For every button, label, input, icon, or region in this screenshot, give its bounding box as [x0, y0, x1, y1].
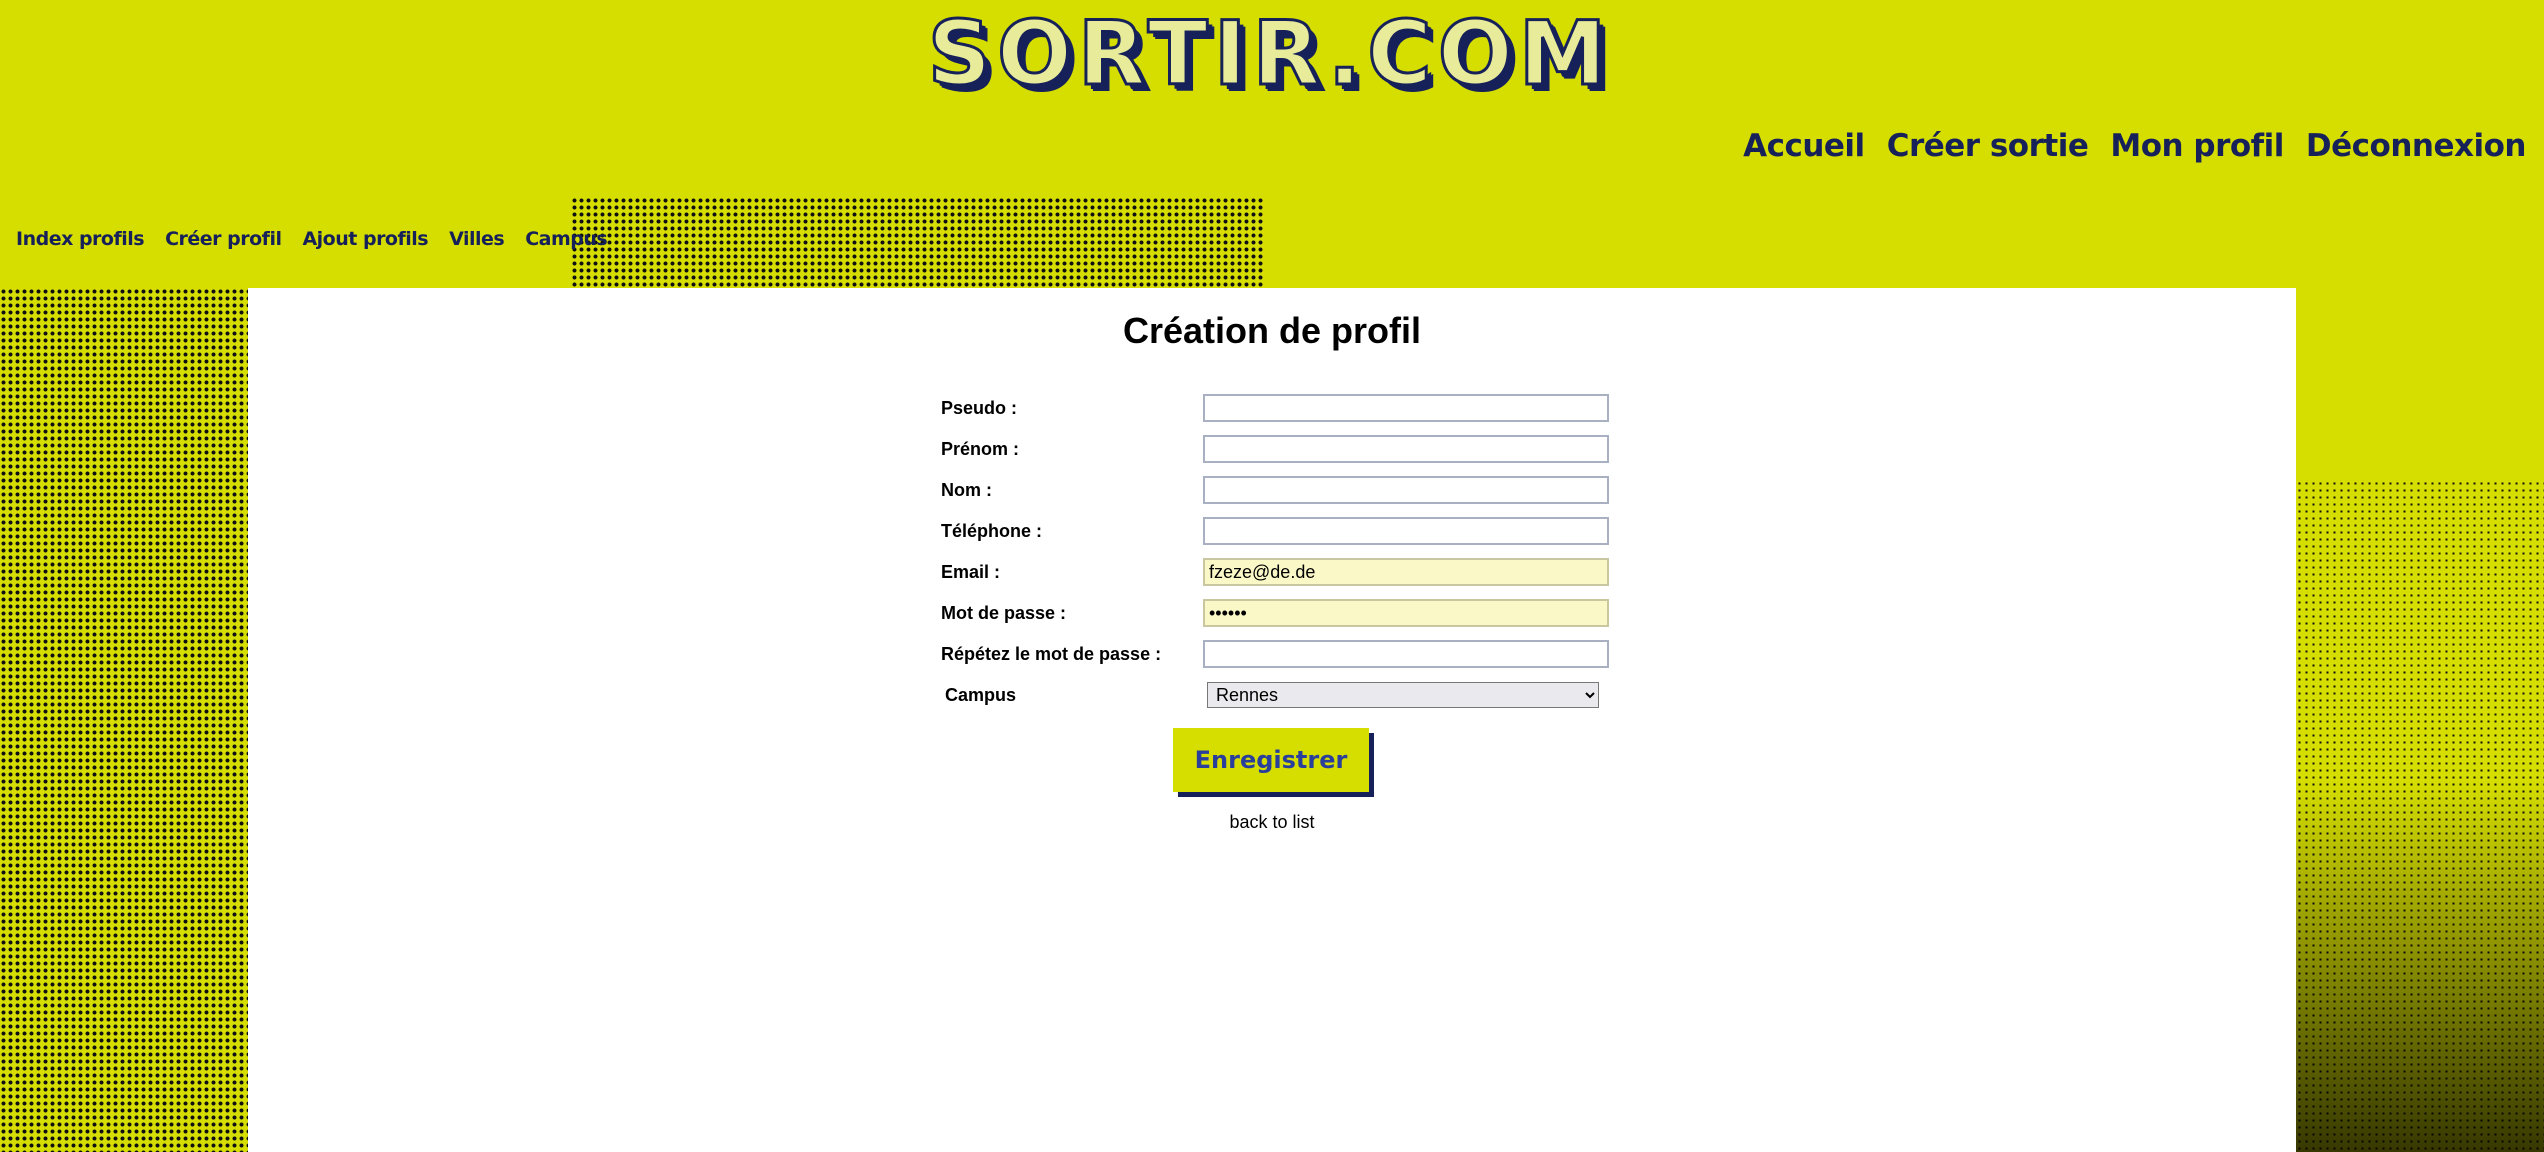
prenom-input[interactable]: [1203, 435, 1609, 463]
crowd-right-shadow: [2296, 780, 2544, 1152]
main-nav: Accueil Créer sortie Mon profil Déconnex…: [1743, 128, 2526, 164]
back-to-list-link[interactable]: back to list: [248, 812, 2296, 833]
crowd-banner-image: [571, 197, 1264, 288]
sub-nav: Index profils Créer profil Ajout profils…: [16, 228, 608, 250]
password-repeat-input[interactable]: [1203, 640, 1609, 668]
prenom-label: Prénom :: [941, 438, 1020, 459]
campus-row: Campus Rennes: [941, 680, 1599, 710]
pseudo-row: Pseudo :: [941, 393, 1609, 423]
nav-creer-sortie[interactable]: Créer sortie: [1887, 128, 2089, 164]
subnav-villes[interactable]: Villes: [449, 228, 505, 250]
subnav-creer-profil[interactable]: Créer profil: [165, 228, 282, 250]
header: SORTIR.COM Accueil Créer sortie Mon prof…: [0, 0, 2544, 197]
email-label: Email :: [941, 561, 1001, 582]
subnav-ajout-profils[interactable]: Ajout profils: [302, 228, 428, 250]
nom-row: Nom :: [941, 475, 1609, 505]
campus-label: Campus: [945, 684, 1017, 705]
telephone-label: Téléphone :: [941, 520, 1043, 541]
crowd-banner-fade: [1264, 197, 1460, 288]
password-repeat-row: Répétez le mot de passe :: [941, 639, 1609, 669]
content-panel: Création de profil Pseudo : Prénom : Nom…: [248, 288, 2296, 1152]
prenom-row: Prénom :: [941, 434, 1609, 464]
telephone-input[interactable]: [1203, 517, 1609, 545]
telephone-row: Téléphone :: [941, 516, 1609, 546]
page-title: Création de profil: [1122, 310, 1422, 351]
email-input[interactable]: [1203, 558, 1609, 586]
nav-accueil[interactable]: Accueil: [1743, 128, 1865, 164]
nav-deconnexion[interactable]: Déconnexion: [2306, 128, 2527, 164]
nav-mon-profil[interactable]: Mon profil: [2110, 128, 2284, 164]
site-logo[interactable]: SORTIR.COM: [926, 1, 1608, 107]
save-button[interactable]: Enregistrer: [1173, 728, 1369, 792]
password-repeat-label: Répétez le mot de passe :: [941, 643, 1162, 664]
nom-input[interactable]: [1203, 476, 1609, 504]
subnav-campus[interactable]: Campus: [525, 228, 608, 250]
email-row: Email :: [941, 557, 1609, 587]
nom-label: Nom :: [941, 479, 992, 500]
pseudo-input[interactable]: [1203, 394, 1609, 422]
password-input[interactable]: [1203, 599, 1609, 627]
pseudo-label: Pseudo :: [941, 397, 1018, 418]
password-row: Mot de passe :: [941, 598, 1609, 628]
password-label: Mot de passe :: [941, 602, 1067, 623]
subnav-index-profils[interactable]: Index profils: [16, 228, 145, 250]
crowd-left-image: [0, 288, 248, 1152]
campus-select[interactable]: Rennes: [1207, 682, 1599, 708]
